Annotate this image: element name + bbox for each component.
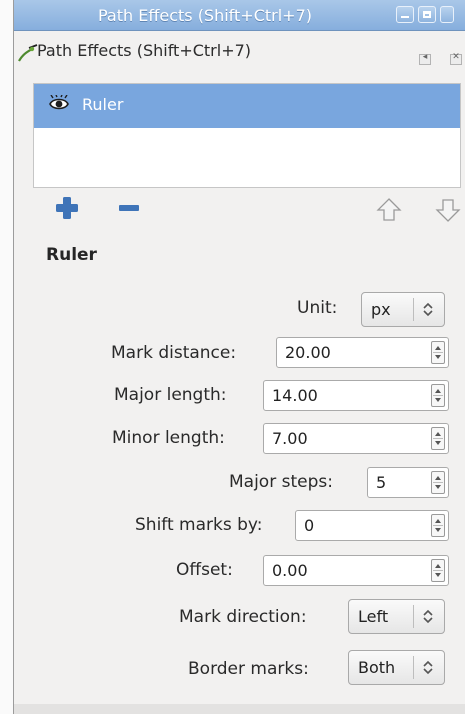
unit-select[interactable]: px <box>361 292 445 327</box>
maximize-button[interactable] <box>418 6 436 23</box>
list-item[interactable]: Ruler <box>34 84 460 128</box>
window-titlebar[interactable]: Path Effects (Shift+Ctrl+7) <box>14 0 465 31</box>
plus-icon[interactable] <box>54 195 80 221</box>
border-marks-value: Both <box>358 658 396 677</box>
window-title: Path Effects (Shift+Ctrl+7) <box>97 6 312 25</box>
minimize-button[interactable] <box>396 6 414 23</box>
close-icon <box>444 10 450 19</box>
chevron-updown-icon <box>423 302 433 317</box>
major-length-value: 14.00 <box>272 386 318 405</box>
minor-length-field[interactable]: 7.00 <box>263 423 449 454</box>
major-length-label: Major length: <box>114 385 227 405</box>
raise-icon[interactable] <box>376 196 402 224</box>
shift-marks-field[interactable]: 0 <box>295 510 449 541</box>
mark-direction-value: Left <box>358 607 389 626</box>
path-effects-window: Path Effects (Shift+Ctrl+7) Path Effects… <box>13 0 465 714</box>
major-steps-field[interactable]: 5 <box>367 467 449 498</box>
section-title: Ruler <box>46 245 97 265</box>
unit-label: Unit: <box>297 298 338 318</box>
shift-marks-value: 0 <box>304 516 315 535</box>
left-edge <box>0 0 14 714</box>
maximize-icon <box>423 11 431 18</box>
path-effects-icon <box>18 44 38 62</box>
spin-button[interactable] <box>431 427 445 450</box>
eye-icon[interactable] <box>48 95 70 113</box>
unit-value: px <box>371 300 391 319</box>
minus-icon[interactable] <box>119 205 139 211</box>
offset-field[interactable]: 0.00 <box>263 555 449 586</box>
chevron-updown-icon <box>423 660 433 675</box>
mark-direction-label: Mark direction: <box>179 607 307 627</box>
minimize-icon <box>401 16 409 18</box>
dock-close-button[interactable]: ✕ <box>450 52 462 65</box>
mark-distance-label: Mark distance: <box>111 343 237 363</box>
effect-list[interactable]: Ruler <box>33 83 461 188</box>
dock-title: Path Effects (Shift+Ctrl+7) <box>37 41 252 60</box>
spin-button[interactable] <box>431 384 445 407</box>
dock-iconify-button[interactable]: ◂ <box>419 52 431 65</box>
mark-distance-value: 20.00 <box>285 343 331 362</box>
dock-close-icon: ✕ <box>452 52 460 62</box>
minor-length-value: 7.00 <box>272 429 308 448</box>
mark-distance-field[interactable]: 20.00 <box>276 337 449 368</box>
spin-button[interactable] <box>431 559 445 582</box>
minor-length-label: Minor length: <box>112 428 225 448</box>
border-marks-label: Border marks: <box>188 659 309 679</box>
major-steps-label: Major steps: <box>229 472 333 492</box>
border-marks-select[interactable]: Both <box>348 650 445 685</box>
offset-value: 0.00 <box>272 561 308 580</box>
shift-marks-label: Shift marks by: <box>135 515 263 535</box>
spin-button[interactable] <box>431 514 445 537</box>
spin-button[interactable] <box>431 341 445 364</box>
mark-direction-select[interactable]: Left <box>348 599 445 634</box>
close-button[interactable] <box>440 6 454 23</box>
lower-icon[interactable] <box>435 196 461 224</box>
dock-header: Path Effects (Shift+Ctrl+7) <box>14 34 465 66</box>
effect-name: Ruler <box>82 95 124 114</box>
spin-button[interactable] <box>431 471 445 494</box>
offset-label: Offset: <box>176 560 233 580</box>
major-steps-value: 5 <box>376 473 387 492</box>
major-length-field[interactable]: 14.00 <box>263 380 449 411</box>
iconify-icon: ◂ <box>422 52 428 62</box>
bottom-edge <box>14 704 465 714</box>
chevron-updown-icon <box>423 609 433 624</box>
